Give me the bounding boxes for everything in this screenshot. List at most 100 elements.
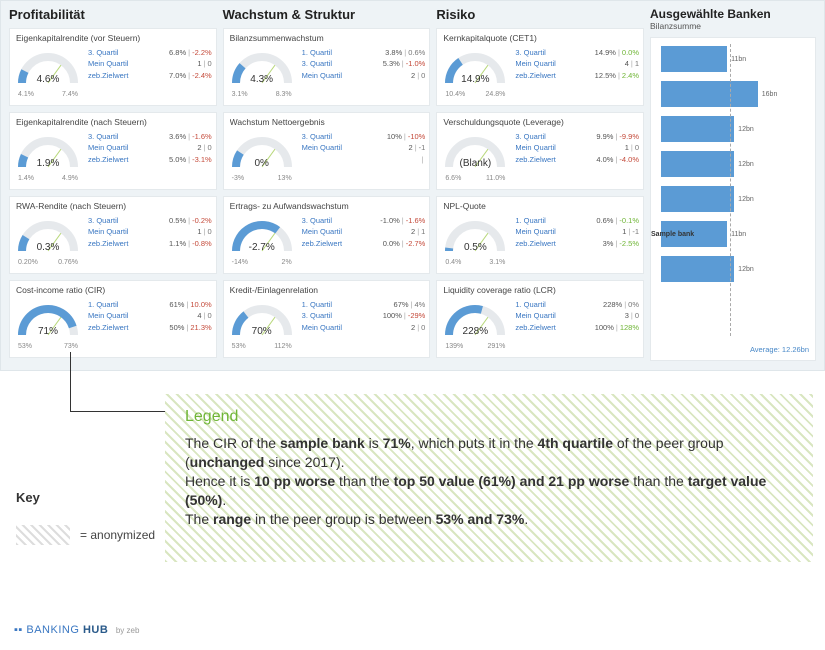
- dashboard-panel: Profitabilität Eigenkapitalrendite (vor …: [0, 0, 825, 371]
- bar-value: 12bn: [738, 196, 754, 203]
- bar: [661, 151, 734, 177]
- gauge-value: -2.7%: [230, 242, 294, 253]
- connector-line: [70, 352, 180, 412]
- card-stats: 3. Quartil14.9%|0.0% Mein Quartil4|1 zeb…: [515, 47, 639, 81]
- bar: [661, 116, 734, 142]
- gauge-max: 2%: [282, 259, 292, 266]
- gauge-icon: (Blank) 6.6% 11.0%: [443, 135, 507, 169]
- sample-bank-label: Sample bank: [651, 231, 694, 238]
- card-g4[interactable]: Kredit-/Einlagenrelation 70% 53% 112% 1.…: [223, 280, 431, 358]
- legend-text: The CIR of the sample bank is 71%, which…: [185, 434, 793, 528]
- card-r3[interactable]: NPL-Quote 0.5% 0.4% 3.1% 1. Quartil0.6%|…: [436, 196, 644, 274]
- card-r2[interactable]: Verschuldungsquote (Leverage) (Blank) 6.…: [436, 112, 644, 190]
- card-title: NPL-Quote: [443, 201, 637, 211]
- gauge-max: 11.0%: [486, 175, 505, 182]
- card-stats: 1. Quartil67%|4% 3. Quartil100%|-29% Mei…: [302, 299, 426, 333]
- gauge-min: 6.6%: [445, 175, 461, 182]
- gauge-value: (Blank): [443, 158, 507, 169]
- bar-chart: 11bn 16bn 12bn 12bn 12bn Sample bank 11b…: [650, 37, 816, 361]
- anon-swatch: [16, 525, 70, 545]
- bar-row: 12bn: [661, 116, 779, 142]
- side-panel: Ausgewählte Banken Bilanzsumme 11bn 16bn…: [650, 7, 816, 364]
- card-title: Eigenkapitalrendite (vor Steuern): [16, 33, 210, 43]
- bar-value: 12bn: [738, 266, 754, 273]
- column-header: Risiko: [436, 7, 644, 22]
- bar: [661, 46, 727, 72]
- card-title: RWA-Rendite (nach Steuern): [16, 201, 210, 211]
- card-p2[interactable]: Eigenkapitalrendite (nach Steuern) 1.9% …: [9, 112, 217, 190]
- bar-row: 12bn: [661, 256, 779, 282]
- card-title: Verschuldungsquote (Leverage): [443, 117, 637, 127]
- gauge-max: 13%: [278, 175, 292, 182]
- gauge-icon: 4.3% 3.1% 8.3%: [230, 51, 294, 85]
- gauge-icon: 71% 53% 73%: [16, 303, 80, 337]
- gauge-min: 1.4%: [18, 175, 34, 182]
- card-p4[interactable]: Cost-income ratio (CIR) 71% 53% 73% 1. Q…: [9, 280, 217, 358]
- gauge-value: 71%: [16, 326, 80, 337]
- bar: [661, 81, 758, 107]
- gauge-min: 4.1%: [18, 91, 34, 98]
- gauge-value: 228%: [443, 326, 507, 337]
- gauge-max: 7.4%: [62, 91, 78, 98]
- side-subtitle: Bilanzsumme: [650, 21, 816, 31]
- card-stats: 1. Quartil228%|0% Mein Quartil3|0 zeb.Zi…: [515, 299, 639, 333]
- bar-row: 16bn: [661, 81, 779, 107]
- bar: [661, 256, 734, 282]
- legend-callout: Legend The CIR of the sample bank is 71%…: [165, 394, 813, 562]
- gauge-min: 53%: [18, 343, 32, 350]
- gauge-min: 3.1%: [232, 91, 248, 98]
- card-stats: 1. Quartil0.6%|-0.1% Mein Quartil1|-1 ze…: [515, 215, 639, 249]
- card-title: Liquidity coverage ratio (LCR): [443, 285, 637, 295]
- card-title: Eigenkapitalrendite (nach Steuern): [16, 117, 210, 127]
- gauge-icon: 70% 53% 112%: [230, 303, 294, 337]
- bar-row: 12bn: [661, 186, 779, 212]
- gauge-value: 70%: [230, 326, 294, 337]
- card-stats: 3. Quartil-1.0%|-1.6% Mein Quartil2|1 ze…: [302, 215, 426, 249]
- column-profit: Profitabilität Eigenkapitalrendite (vor …: [9, 7, 217, 364]
- bar-value: 11bn: [731, 231, 746, 238]
- brand-logo: ▪▪ BANKING HUB by zeb: [14, 624, 139, 636]
- avg-label: Average: 12.26bn: [750, 345, 809, 354]
- gauge-max: 0.76%: [58, 259, 78, 266]
- bar: [661, 186, 734, 212]
- column-risk: Risiko Kernkapitalquote (CET1) 14.9% 10.…: [436, 7, 644, 364]
- gauge-icon: -2.7% -14% 2%: [230, 219, 294, 253]
- gauge-max: 4.9%: [62, 175, 78, 182]
- bar-row: Sample bank 11bn: [661, 221, 779, 247]
- gauge-max: 8.3%: [276, 91, 292, 98]
- card-g1[interactable]: Bilanzsummenwachstum 4.3% 3.1% 8.3% 1. Q…: [223, 28, 431, 106]
- card-r1[interactable]: Kernkapitalquote (CET1) 14.9% 10.4% 24.8…: [436, 28, 644, 106]
- card-g3[interactable]: Ertrags- zu Aufwandswachstum -2.7% -14% …: [223, 196, 431, 274]
- column-growth: Wachstum & Struktur Bilanzsummenwachstum…: [223, 7, 431, 364]
- card-g2[interactable]: Wachstum Nettoergebnis 0% -3% 13% 3. Qua…: [223, 112, 431, 190]
- gauge-value: 4.6%: [16, 74, 80, 85]
- gauge-max: 291%: [487, 343, 505, 350]
- gauge-min: 53%: [232, 343, 246, 350]
- gauge-icon: 14.9% 10.4% 24.8%: [443, 51, 507, 85]
- gauge-min: 139%: [445, 343, 463, 350]
- gauge-icon: 0.5% 0.4% 3.1%: [443, 219, 507, 253]
- gauge-min: -14%: [232, 259, 248, 266]
- bar-value: 12bn: [738, 126, 754, 133]
- gauge-min: 0.20%: [18, 259, 38, 266]
- card-stats: 3. Quartil10%|-10% Mein Quartil2|-1 |: [302, 131, 426, 165]
- card-stats: 3. Quartil6.8%|-2.2% Mein Quartil1|0 zeb…: [88, 47, 212, 81]
- gauge-max: 3.1%: [489, 259, 505, 266]
- gauge-min: -3%: [232, 175, 244, 182]
- card-title: Wachstum Nettoergebnis: [230, 117, 424, 127]
- bar-value: 16bn: [762, 91, 778, 98]
- gauge-icon: 4.6% 4.1% 7.4%: [16, 51, 80, 85]
- gauge-max: 24.8%: [485, 91, 505, 98]
- card-p1[interactable]: Eigenkapitalrendite (vor Steuern) 4.6% 4…: [9, 28, 217, 106]
- gauge-icon: 0% -3% 13%: [230, 135, 294, 169]
- bar-row: 11bn: [661, 46, 779, 72]
- gauge-max: 112%: [274, 343, 291, 350]
- key-heading: Key: [16, 490, 40, 505]
- bar-value: 11bn: [731, 56, 746, 63]
- card-r4[interactable]: Liquidity coverage ratio (LCR) 228% 139%…: [436, 280, 644, 358]
- card-stats: 3. Quartil9.9%|-9.9% Mein Quartil1|0 zeb…: [515, 131, 639, 165]
- card-p3[interactable]: RWA-Rendite (nach Steuern) 0.3% 0.20% 0.…: [9, 196, 217, 274]
- gauge-value: 1.9%: [16, 158, 80, 169]
- side-title: Ausgewählte Banken: [650, 7, 816, 21]
- gauge-min: 10.4%: [445, 91, 465, 98]
